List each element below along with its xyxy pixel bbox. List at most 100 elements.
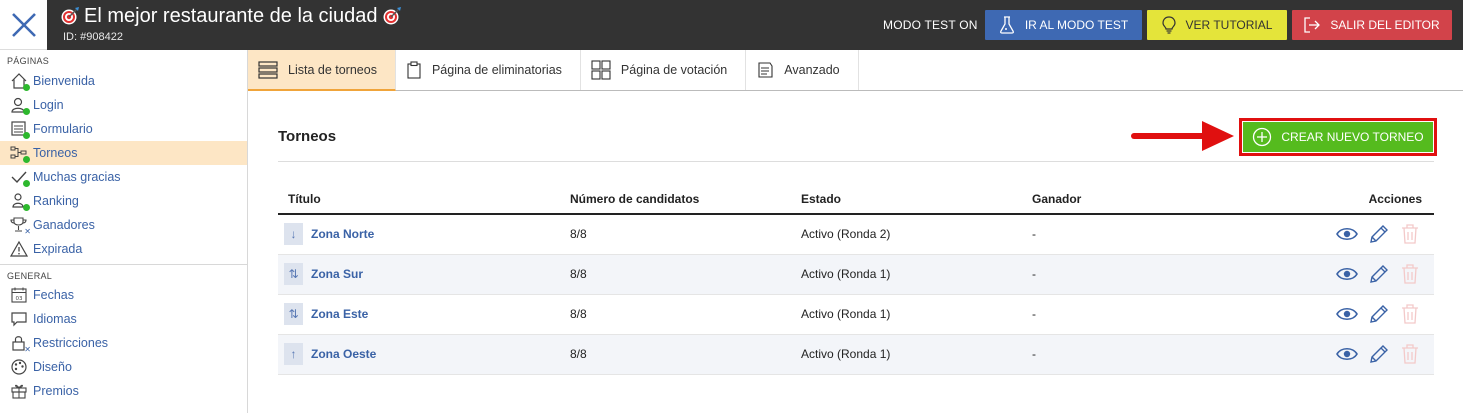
close-editor-button[interactable] — [0, 0, 47, 50]
tab-pagina-de-eliminatorias[interactable]: Página de eliminatorias — [396, 50, 581, 90]
status-cell: Activo (Ronda 1) — [801, 254, 1032, 295]
reorder-arrow-icon[interactable]: ↓ — [284, 223, 303, 246]
sidebar-item-diseno[interactable]: Diseño — [0, 355, 247, 379]
status-cell: Activo (Ronda 1) — [801, 294, 1032, 335]
pencil-icon[interactable] — [1368, 223, 1390, 245]
trash-icon[interactable] — [1400, 223, 1420, 245]
column-header-candidates: Número de candidatos — [570, 184, 801, 215]
column-header-status: Estado — [801, 184, 1032, 215]
sidebar-section-pages: PÁGINAS — [7, 56, 50, 66]
exit-editor-button[interactable]: SALIR DEL EDITOR — [1292, 10, 1452, 40]
candidates-cell: 8/8 — [570, 294, 801, 335]
winner-cell: - — [1032, 214, 1292, 255]
home-icon — [10, 72, 30, 91]
tab-label: Lista de torneos — [288, 62, 377, 77]
sidebar-item-label: Restricciones — [33, 336, 109, 350]
svg-text:03: 03 — [16, 296, 23, 302]
trash-icon[interactable] — [1400, 303, 1420, 325]
pencil-icon[interactable] — [1368, 263, 1390, 285]
sidebar-item-label: Ranking — [33, 194, 79, 208]
eye-icon[interactable] — [1336, 307, 1358, 321]
status-cell: Activo (Ronda 1) — [801, 334, 1032, 375]
sidebar-item-label: Ganadores — [33, 218, 95, 232]
sidebar-item-label: Fechas — [33, 288, 74, 302]
lightbulb-icon — [1161, 16, 1176, 34]
lock-icon: ✕ — [10, 334, 31, 354]
form-icon — [10, 120, 30, 139]
tournament-name-link[interactable]: Zona Sur — [311, 267, 363, 281]
sidebar-item-label: Login — [33, 98, 64, 112]
tournament-name-link[interactable]: Zona Oeste — [311, 347, 376, 361]
table-row: ↓ Zona Norte 8/8 Activo (Ronda 2) - — [278, 214, 1434, 255]
trash-icon[interactable] — [1400, 263, 1420, 285]
create-tournament-button-inner: CREAR NUEVO TORNEO — [1242, 121, 1434, 153]
sidebar-item-expirada[interactable]: Expirada — [0, 237, 247, 261]
sidebar-item-ranking[interactable]: Ranking — [0, 189, 247, 213]
sidebar-item-label: Premios — [33, 384, 79, 398]
eye-icon[interactable] — [1336, 347, 1358, 361]
sidebar-item-login[interactable]: Login — [0, 93, 247, 117]
tab-avanzado[interactable]: Avanzado — [746, 50, 859, 90]
dartboard-icon — [383, 7, 401, 25]
reorder-arrow-icon[interactable]: ⇅ — [284, 303, 303, 325]
sidebar-item-fechas[interactable]: 03 Fechas — [0, 283, 247, 307]
tab-lista-de-torneos[interactable]: Lista de torneos — [248, 50, 396, 91]
table-row: ⇅ Zona Este 8/8 Activo (Ronda 1) - — [278, 294, 1434, 335]
test-tube-icon — [999, 16, 1014, 34]
sidebar-item-restricciones[interactable]: ✕ Restricciones — [0, 331, 247, 355]
winner-cell: - — [1032, 294, 1292, 335]
test-mode-status: MODO TEST ON — [883, 18, 978, 32]
annotation-arrow-icon — [1131, 121, 1234, 151]
sidebar-item-idiomas[interactable]: Idiomas — [0, 307, 247, 331]
app-title: El mejor restaurante de la ciudad — [60, 4, 402, 28]
winner-cell: - — [1032, 334, 1292, 375]
bracket-icon — [10, 144, 30, 163]
app-title-text: El mejor restaurante de la ciudad — [84, 5, 378, 27]
go-to-test-mode-button[interactable]: IR AL MODO TEST — [985, 10, 1142, 40]
eye-icon[interactable] — [1336, 227, 1358, 241]
sidebar-item-formulario[interactable]: Formulario — [0, 117, 247, 141]
sidebar-item-premios[interactable]: Premios — [0, 379, 247, 403]
app-id: ID: #908422 — [63, 31, 123, 43]
pencil-icon[interactable] — [1368, 343, 1390, 365]
column-header-title: Título — [278, 184, 570, 215]
trophy-icon: ✕ — [10, 216, 31, 236]
tab-label: Avanzado — [784, 63, 840, 77]
tab-pagina-de-votacion[interactable]: Página de votación — [581, 50, 747, 90]
tournament-name-link[interactable]: Zona Este — [311, 307, 368, 321]
check-icon — [10, 168, 30, 187]
reorder-arrow-icon[interactable]: ⇅ — [284, 263, 303, 285]
top-bar: El mejor restaurante de la ciudad ID: #9… — [0, 0, 1463, 50]
plus-circle-icon — [1253, 127, 1272, 147]
reorder-arrow-icon[interactable]: ↑ — [284, 343, 303, 365]
pencil-icon[interactable] — [1368, 303, 1390, 325]
candidates-cell: 8/8 — [570, 214, 801, 255]
trash-icon[interactable] — [1400, 343, 1420, 365]
calendar-icon: 03 — [10, 286, 28, 304]
eye-icon[interactable] — [1336, 267, 1358, 281]
sidebar-item-ganadores[interactable]: ✕ Ganadores — [0, 213, 247, 237]
sidebar-item-label: Formulario — [33, 122, 93, 136]
sidebar-item-label: Torneos — [33, 146, 78, 160]
list-icon — [258, 60, 278, 79]
winner-cell: - — [1032, 254, 1292, 295]
sidebar-section-general: GENERAL — [0, 264, 247, 283]
tab-label: Página de eliminatorias — [431, 63, 562, 77]
close-icon — [11, 12, 36, 37]
exit-icon — [1304, 17, 1321, 33]
tournament-name-link[interactable]: Zona Norte — [311, 227, 374, 241]
sidebar-item-bienvenida[interactable]: Bienvenida — [0, 69, 247, 93]
gift-icon — [10, 382, 28, 400]
view-tutorial-button[interactable]: VER TUTORIAL — [1147, 10, 1287, 40]
page-title: Torneos — [278, 128, 337, 145]
tab-bar: Lista de torneos Página de eliminatorias… — [248, 50, 1463, 91]
go-to-test-mode-label: IR AL MODO TEST — [1024, 18, 1129, 32]
table-row: ⇅ Zona Sur 8/8 Activo (Ronda 1) - — [278, 254, 1434, 295]
create-tournament-button[interactable]: CREAR NUEVO TORNEO — [1239, 118, 1437, 156]
clipboard-icon — [407, 61, 421, 79]
candidates-cell: 8/8 — [570, 254, 801, 295]
table-row: ↑ Zona Oeste 8/8 Activo (Ronda 1) - — [278, 334, 1434, 375]
sidebar-item-torneos[interactable]: Torneos — [0, 141, 247, 165]
create-tournament-label: CREAR NUEVO TORNEO — [1281, 130, 1424, 144]
sidebar-item-muchas-gracias[interactable]: Muchas gracias — [0, 165, 247, 189]
